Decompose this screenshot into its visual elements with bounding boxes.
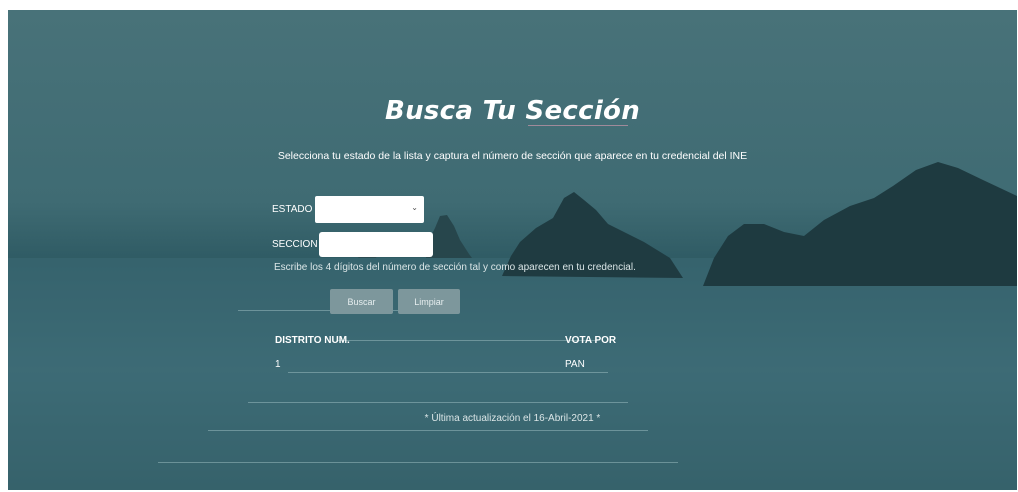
chevron-down-icon: ⌄ — [411, 203, 418, 212]
last-update-note: * Última actualización el 16-Abril-2021 … — [424, 413, 601, 424]
buscar-button[interactable]: Buscar — [330, 289, 393, 314]
seccion-hint: Escribe los 4 dígitos del número de secc… — [274, 262, 636, 273]
page-title: Busca Tu Sección — [384, 96, 641, 126]
distrito-value: 1 — [275, 359, 281, 370]
distrito-header: DISTRITO NUM. — [275, 335, 350, 346]
page-subtitle: Selecciona tu estado de la lista y captu… — [277, 150, 748, 162]
title-underline — [528, 125, 628, 126]
limpiar-button[interactable]: Limpiar — [398, 289, 460, 314]
estado-select[interactable]: ⌄ — [315, 196, 424, 223]
vota-por-value: PAN — [565, 359, 585, 370]
estado-label: ESTADO — [272, 204, 313, 215]
hero-background: Busca Tu Sección Selecciona tu estado de… — [8, 10, 1017, 490]
vota-por-header: VOTA POR — [565, 335, 617, 346]
seccion-label: SECCION — [272, 239, 318, 250]
seccion-input[interactable] — [319, 232, 433, 257]
